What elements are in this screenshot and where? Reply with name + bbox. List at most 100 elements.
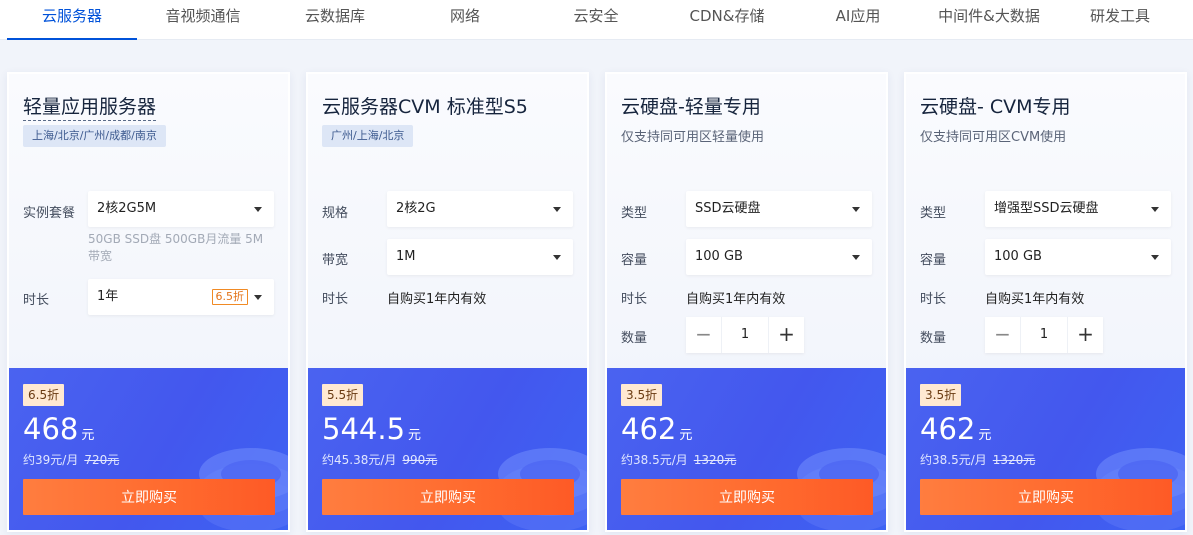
decrement-button[interactable]: −: [985, 317, 1021, 353]
product-card-disk-lighthouse: 云硬盘-轻量专用 仅支持同可用区轻量使用 类型 SSD云硬盘 容量 100 GB…: [605, 72, 888, 532]
product-card-cvm-s5: 云服务器CVM 标准型S5 广州/上海/北京 规格 2核2G 带宽 1M 时长 …: [306, 72, 589, 532]
card-title: 云服务器CVM 标准型S5: [322, 96, 528, 118]
price-unit: 元: [978, 428, 992, 443]
duration-select[interactable]: 1年 6.5折: [88, 279, 274, 315]
tab-cdn-storage[interactable]: CDN&存储: [662, 0, 792, 40]
tab-cloud-server[interactable]: 云服务器: [7, 0, 137, 40]
increment-button[interactable]: +: [1067, 317, 1103, 353]
spec-select[interactable]: 2核2G: [387, 191, 573, 227]
original-price: 1320元: [992, 453, 1036, 467]
duration-value: 自购买1年内有效: [686, 292, 786, 307]
price: 462 元: [621, 412, 692, 446]
increment-button[interactable]: +: [768, 317, 804, 353]
capacity-select[interactable]: 100 GB: [985, 239, 1171, 275]
chevron-down-icon: [852, 207, 860, 212]
price-unit: 元: [408, 428, 422, 443]
buy-now-button[interactable]: 立即购买: [920, 479, 1172, 515]
monthly-price: 约45.38元/月 990元: [322, 451, 437, 468]
price-panel: 3.5折 462 元 约38.5元/月 1320元 立即购买: [607, 368, 886, 530]
duration-value: 自购买1年内有效: [985, 292, 1085, 307]
price: 544.5 元: [322, 412, 421, 446]
price-unit: 元: [679, 428, 693, 443]
discount-badge: 5.5折: [322, 384, 364, 406]
tab-dev-tools[interactable]: 研发工具: [1055, 0, 1185, 40]
monthly-price: 约39元/月 720元: [23, 451, 119, 468]
card-title[interactable]: 轻量应用服务器: [23, 92, 157, 121]
price-value: 544.5: [322, 412, 406, 446]
quantity-label: 数量: [920, 331, 947, 346]
monthly-value: 约38.5元/月: [621, 453, 688, 467]
capacity-label: 容量: [920, 253, 947, 268]
price: 462 元: [920, 412, 991, 446]
duration-label: 时长: [322, 292, 349, 307]
type-select[interactable]: 增强型SSD云硬盘: [985, 191, 1171, 227]
price-panel: 3.5折 462 元 约38.5元/月 1320元 立即购买: [906, 368, 1185, 530]
duration-value: 自购买1年内有效: [387, 292, 487, 307]
capacity-select[interactable]: 100 GB: [686, 239, 872, 275]
card-subtitle: 仅支持同可用区轻量使用: [621, 130, 765, 145]
price-value: 468: [23, 412, 79, 446]
price-panel: 5.5折 544.5 元 约45.38元/月 990元 立即购买: [308, 368, 587, 530]
spec-select-value: 2核2G: [396, 201, 436, 216]
buy-now-button[interactable]: 立即购买: [621, 479, 873, 515]
buy-now-button[interactable]: 立即购买: [322, 479, 574, 515]
price-panel: 6.5折 468 元 约39元/月 720元 立即购买: [9, 368, 288, 530]
buy-now-button[interactable]: 立即购买: [23, 479, 275, 515]
type-label: 类型: [621, 206, 648, 221]
chevron-down-icon: [553, 207, 561, 212]
card-title: 云硬盘-轻量专用: [621, 96, 761, 118]
original-price: 1320元: [693, 453, 737, 467]
monthly-value: 约38.5元/月: [920, 453, 987, 467]
tab-cloud-database[interactable]: 云数据库: [270, 0, 400, 40]
type-label: 类型: [920, 206, 947, 221]
discount-badge: 3.5折: [920, 384, 962, 406]
spec-label: 规格: [322, 206, 349, 221]
chevron-down-icon: [254, 295, 262, 300]
spec-note: 50GB SSD盘 500GB月流量 5M带宽: [88, 232, 264, 263]
monthly-value: 约39元/月: [23, 453, 79, 467]
price-unit: 元: [81, 428, 95, 443]
quantity-value[interactable]: 1: [722, 317, 768, 353]
quantity-stepper: − 1 +: [686, 317, 804, 353]
original-price: 990元: [402, 453, 438, 467]
region-tag: 广州/上海/北京: [322, 125, 414, 147]
type-select-value: SSD云硬盘: [695, 201, 761, 216]
quantity-stepper: − 1 +: [985, 317, 1103, 353]
discount-badge: 6.5折: [23, 384, 65, 406]
capacity-select-value: 100 GB: [695, 249, 743, 264]
quantity-value[interactable]: 1: [1021, 317, 1067, 353]
chevron-down-icon: [1151, 207, 1159, 212]
discount-badge: 3.5折: [621, 384, 663, 406]
duration-label: 时长: [920, 292, 947, 307]
original-price: 720元: [84, 453, 120, 467]
price-value: 462: [621, 412, 677, 446]
chevron-down-icon: [553, 255, 561, 260]
instance-select[interactable]: 2核2G5M: [88, 191, 274, 227]
monthly-price: 约38.5元/月 1320元: [621, 451, 736, 468]
type-select[interactable]: SSD云硬盘: [686, 191, 872, 227]
chevron-down-icon: [852, 255, 860, 260]
tab-av-communication[interactable]: 音视频通信: [138, 0, 268, 40]
chevron-down-icon: [1151, 255, 1159, 260]
chevron-down-icon: [254, 207, 262, 212]
instance-select-value: 2核2G5M: [97, 201, 157, 216]
product-category-tabs: 云服务器 音视频通信 云数据库 网络 云安全 CDN&存储 AI应用 中间件&大…: [0, 0, 1193, 40]
bandwidth-select-value: 1M: [396, 249, 416, 264]
capacity-select-value: 100 GB: [994, 249, 1042, 264]
bandwidth-label: 带宽: [322, 253, 349, 268]
region-tag: 上海/北京/广州/成都/南京: [23, 125, 166, 147]
product-card-lighthouse: 轻量应用服务器 上海/北京/广州/成都/南京 实例套餐 2核2G5M 50GB …: [7, 72, 290, 532]
decrement-button[interactable]: −: [686, 317, 722, 353]
product-card-disk-cvm: 云硬盘- CVM专用 仅支持同可用区CVM使用 类型 增强型SSD云硬盘 容量 …: [904, 72, 1187, 532]
tab-cloud-security[interactable]: 云安全: [531, 0, 661, 40]
tab-middleware-bigdata[interactable]: 中间件&大数据: [924, 0, 1054, 40]
instance-label: 实例套餐: [23, 206, 76, 221]
tab-ai-apps[interactable]: AI应用: [793, 0, 923, 40]
card-subtitle: 仅支持同可用区CVM使用: [920, 130, 1067, 145]
duration-label: 时长: [621, 292, 648, 307]
bandwidth-select[interactable]: 1M: [387, 239, 573, 275]
card-title: 云硬盘- CVM专用: [920, 96, 1071, 118]
price: 468 元: [23, 412, 94, 446]
duration-label: 时长: [23, 293, 50, 308]
tab-network[interactable]: 网络: [400, 0, 530, 40]
